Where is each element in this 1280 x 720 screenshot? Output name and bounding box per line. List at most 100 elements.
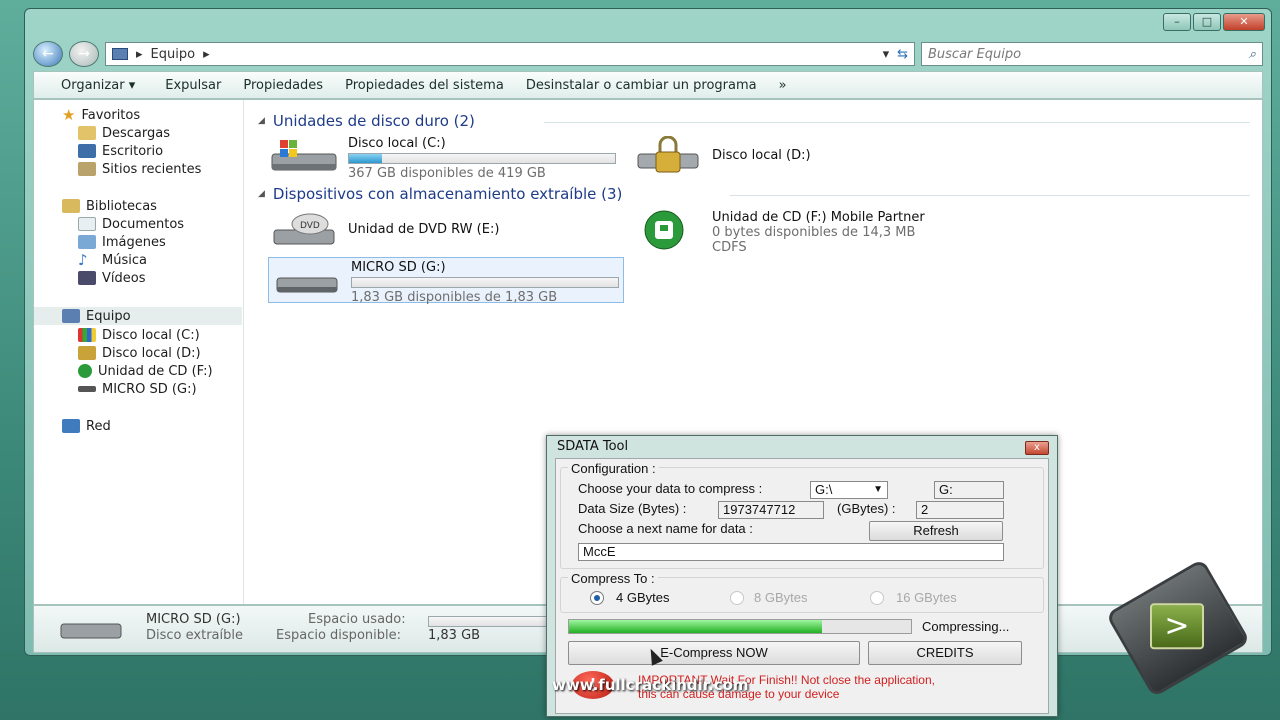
refresh-button[interactable]: Refresh [869, 521, 1003, 541]
navigation-bar: ← → ▸ Equipo ▸ ▾ ⇆ Buscar Equipo ⌕ [33, 39, 1263, 69]
sidebar-item-disco-d[interactable]: Disco local (D:) [78, 344, 201, 362]
compress-to-legend: Compress To : [568, 571, 658, 586]
drive-c-name: Disco local (C:) [348, 136, 446, 151]
sidebar-item-red[interactable]: Red [62, 417, 111, 435]
toolbar-desinstalar[interactable]: Desinstalar o cambiar un programa [526, 78, 779, 93]
drive-e-name: Unidad de DVD RW (E:) [348, 222, 500, 237]
sidebar-item-disco-c[interactable]: Disco local (C:) [78, 326, 200, 344]
radio-4gb-label: 4 GBytes [616, 590, 670, 605]
radio-4gb[interactable] [590, 591, 604, 605]
configuration-legend: Configuration : [568, 461, 659, 476]
sidebar-item-bibliotecas[interactable]: Bibliotecas [62, 197, 157, 215]
group-header-removable[interactable]: ◢ Dispositivos con almacenamiento extraí… [258, 185, 622, 203]
toolbar-propiedades[interactable]: Propiedades [243, 78, 345, 93]
details-free-label: Espacio disponible: [276, 628, 401, 643]
breadcrumb-arrow-icon: ▸ [136, 46, 143, 62]
drive-f[interactable]: Unidad de CD (F:) Mobile Partner 0 bytes… [634, 210, 925, 255]
drive-g-usage-bar [351, 277, 619, 288]
breadcrumb-equipo[interactable]: Equipo [151, 47, 196, 62]
sidebar-item-documentos[interactable]: Documentos [78, 215, 184, 233]
navigation-pane: ★ Favoritos Descargas Escritorio Sitios … [34, 100, 244, 604]
toolbar-expulsar[interactable]: Expulsar [157, 78, 243, 93]
dialog-title: SDATA Tool [557, 439, 629, 454]
collapse-arrow-icon[interactable]: ◢ [258, 189, 265, 199]
sidebar-item-micro-sd[interactable]: MICRO SD (G:) [78, 380, 197, 398]
recent-places-icon [78, 162, 96, 176]
dialog-close-button[interactable]: x [1025, 441, 1049, 455]
drive-c-usage-bar [348, 153, 616, 164]
sidebar-item-musica[interactable]: ♪ Música [78, 251, 147, 269]
drive-g[interactable]: MICRO SD (G:) 1,83 GB disponibles de 1,8… [268, 257, 624, 305]
computer-icon [112, 48, 128, 60]
radio-8gb[interactable] [730, 591, 744, 605]
sidebar-item-cd-f[interactable]: Unidad de CD (F:) [78, 362, 213, 380]
details-drive-name: MICRO SD (G:) [146, 612, 241, 627]
locked-drive-icon [78, 346, 96, 360]
drive-f-name: Unidad de CD (F:) Mobile Partner [712, 210, 925, 225]
chevron-down-icon: ▼ [873, 484, 883, 495]
library-icon [62, 199, 80, 213]
collapse-arrow-icon[interactable]: ◢ [258, 116, 265, 126]
network-icon [62, 419, 80, 433]
drive-g-name: MICRO SD (G:) [351, 260, 446, 275]
hard-drive-windows-icon [270, 136, 338, 176]
search-placeholder: Buscar Equipo [928, 46, 1022, 62]
forward-button[interactable]: → [69, 41, 99, 67]
address-dropdown-icon[interactable]: ▾ [883, 47, 890, 62]
search-icon[interactable]: ⌕ [1249, 47, 1256, 62]
drive-f-filesystem: CDFS [712, 240, 747, 255]
drive-d[interactable]: Disco local (D:) [634, 135, 811, 176]
group-divider [544, 122, 1250, 123]
sidebar-item-equipo[interactable]: Equipo [34, 307, 242, 325]
compression-progress-bar [568, 619, 912, 634]
toolbar-propiedades-sistema[interactable]: Propiedades del sistema [345, 78, 526, 93]
refresh-icon[interactable]: ⇆ [897, 47, 908, 62]
radio-8gb-label: 8 GBytes [754, 590, 808, 605]
progress-status-text: Compressing... [922, 619, 1010, 634]
group-header-hdd[interactable]: ◢ Unidades de disco duro (2) [258, 112, 475, 130]
address-bar[interactable]: ▸ Equipo ▸ ▾ ⇆ [105, 42, 915, 66]
data-size-gb-field: 2 [916, 501, 1004, 519]
music-icon: ♪ [78, 251, 88, 269]
toolbar-more[interactable]: » [779, 78, 809, 93]
new-name-input[interactable]: MccE [578, 543, 1004, 561]
documents-icon [78, 217, 96, 231]
drive-g-space: 1,83 GB disponibles de 1,83 GB [351, 290, 558, 305]
sidebar-item-imagenes[interactable]: Imágenes [78, 233, 166, 251]
removable-drive-icon [78, 386, 96, 392]
videos-icon [78, 271, 96, 285]
mobile-partner-cd-icon [634, 210, 702, 250]
window-controls: – □ ✕ [1163, 13, 1265, 31]
breadcrumb-arrow-icon: ▸ [203, 46, 210, 62]
credits-button[interactable]: CREDITS [868, 641, 1022, 665]
drive-e[interactable]: DVD Unidad de DVD RW (E:) [270, 210, 499, 250]
maximize-button[interactable]: □ [1193, 13, 1221, 31]
toolbar-organizar[interactable]: Organizar ▾ [34, 78, 157, 93]
terminal-icon: > [1150, 603, 1204, 650]
details-drive-type: Disco extraíble [146, 628, 243, 643]
sidebar-item-videos[interactable]: Vídeos [78, 269, 145, 287]
e-compress-now-button[interactable]: E-Compress NOW [568, 641, 860, 665]
back-button[interactable]: ← [33, 41, 63, 67]
sdata-tool-dialog: SDATA Tool x Configuration : Choose your… [546, 435, 1058, 717]
sidebar-item-sitios-recientes[interactable]: Sitios recientes [78, 160, 201, 178]
hard-drive-windows-icon [78, 328, 96, 342]
close-button[interactable]: ✕ [1223, 13, 1265, 31]
data-size-bytes-label: Data Size (Bytes) : [578, 501, 687, 516]
drive-c[interactable]: Disco local (C:) 367 GB disponibles de 4… [270, 136, 616, 181]
locked-drive-icon [634, 135, 702, 176]
removable-drive-icon [273, 260, 341, 300]
sidebar-item-descargas[interactable]: Descargas [78, 124, 170, 142]
dvd-drive-icon: DVD [270, 210, 338, 250]
radio-16gb[interactable] [870, 591, 884, 605]
data-size-gb-label: (GBytes) : [837, 501, 896, 516]
details-used-label: Espacio usado: [308, 612, 406, 627]
sidebar-item-escritorio[interactable]: Escritorio [78, 142, 163, 160]
data-size-bytes-field: 1973747712 [718, 501, 824, 519]
sidebar-item-favoritos[interactable]: ★ Favoritos [62, 106, 140, 124]
drive-select[interactable]: G:\ ▼ [810, 481, 888, 499]
search-input[interactable]: Buscar Equipo ⌕ [921, 42, 1263, 66]
folder-icon [78, 126, 96, 140]
minimize-button[interactable]: – [1163, 13, 1191, 31]
new-name-label: Choose a next name for data : [578, 521, 753, 536]
